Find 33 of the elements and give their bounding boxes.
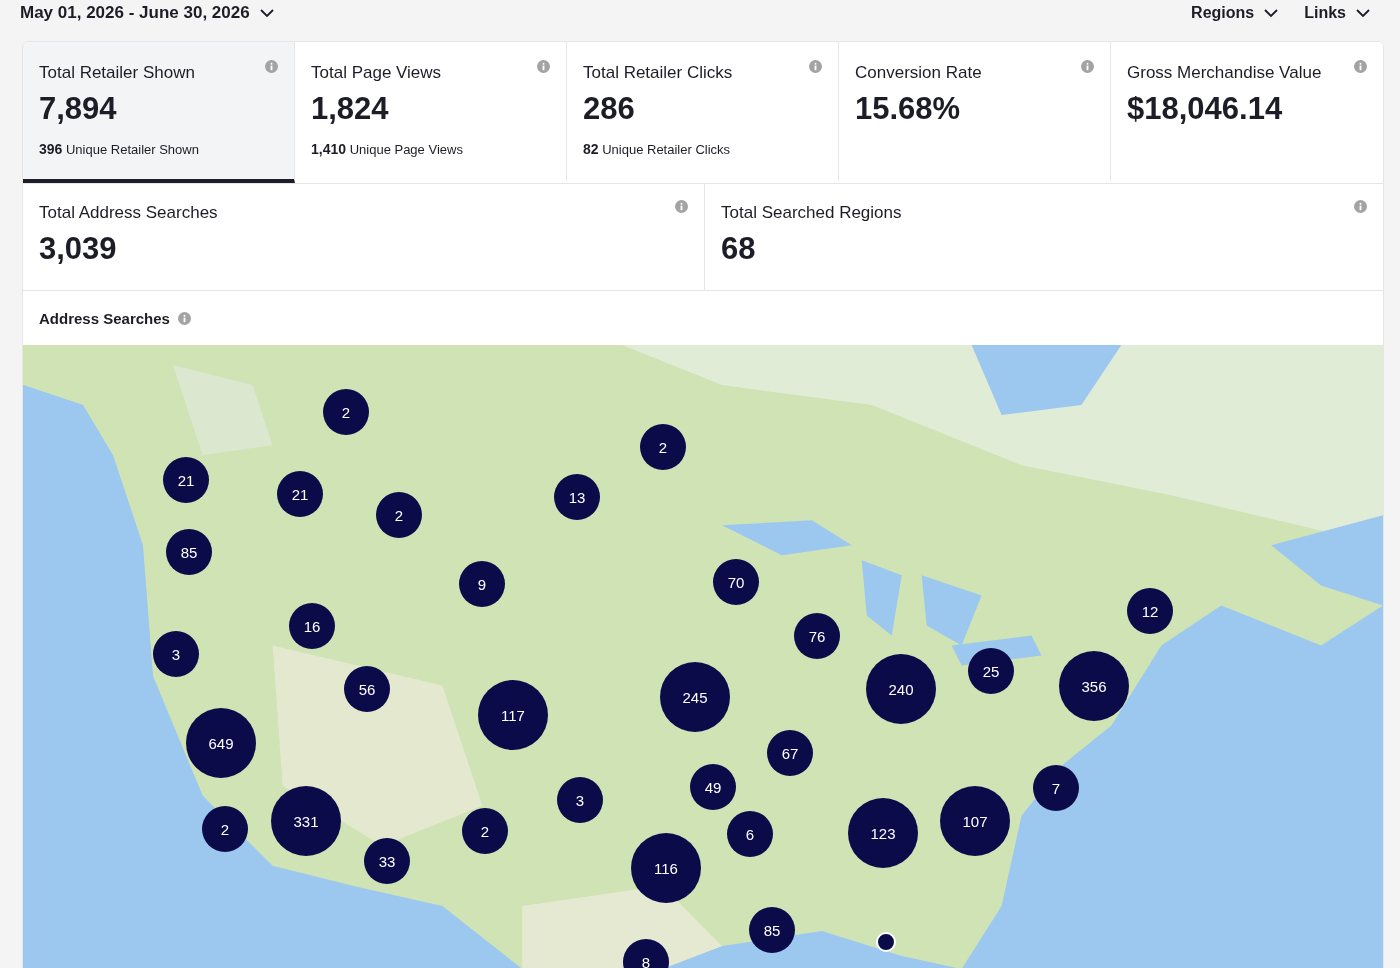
metric-title: Total Retailer Shown [39, 63, 195, 83]
metric-value: $18,046.14 [1127, 91, 1284, 127]
menu-dropdown[interactable]: Links [1304, 4, 1370, 22]
metric-value: 7,894 [39, 91, 118, 127]
metric-subtext: 396 Unique Retailer Shown [39, 141, 200, 157]
metric-subtext: 1,410 Unique Page Views [311, 141, 464, 157]
info-icon[interactable] [1354, 60, 1367, 73]
metric-card[interactable]: Total Retailer Shown 7,894 396 Unique Retailer Shown [23, 42, 295, 183]
info-icon[interactable] [177, 311, 191, 325]
summary-title: Total Address Searches [39, 203, 218, 223]
metric-value: 15.68% [855, 91, 962, 127]
info-icon[interactable] [1081, 60, 1094, 73]
info-icon[interactable] [675, 200, 688, 213]
metric-value: 286 [583, 91, 636, 127]
metric-subtext: 82 Unique Retailer Clicks [583, 141, 732, 157]
summary-value: 3,039 [39, 231, 118, 267]
section-title: Address Searches [39, 309, 170, 327]
summary-value: 68 [721, 231, 757, 267]
info-icon[interactable] [265, 60, 278, 73]
date-range-dropdown[interactable]: May 01, 2026 - June 30, 2026 [20, 3, 274, 23]
metric-value: 1,824 [311, 91, 390, 127]
menu-dropdown[interactable]: Regions [1191, 4, 1279, 22]
metric-title: Conversion Rate [855, 63, 982, 83]
info-icon[interactable] [1354, 200, 1367, 213]
metric-title: Gross Merchandise Value [1127, 63, 1322, 83]
chevron-down-icon [1264, 9, 1279, 17]
metric-title: Total Retailer Clicks [583, 63, 733, 83]
summary-title: Total Searched Regions [721, 203, 902, 223]
metric-title: Total Page Views [311, 63, 442, 83]
info-icon[interactable] [537, 60, 550, 73]
info-icon[interactable] [809, 60, 822, 73]
chevron-down-icon [1356, 9, 1370, 17]
chevron-down-icon [259, 9, 274, 17]
